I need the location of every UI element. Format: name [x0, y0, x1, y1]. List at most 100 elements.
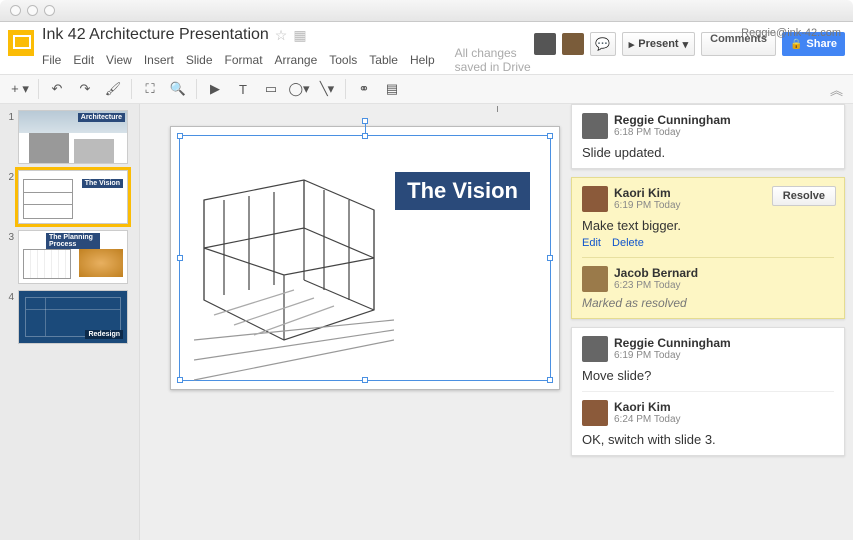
comment-body: Move slide? — [582, 368, 834, 383]
avatar — [582, 113, 608, 139]
main-area: 1 Architecture 2 The Vision 3 The Planni… — [0, 104, 853, 540]
resize-handle-t[interactable] — [362, 133, 368, 139]
filmstrip: 1 Architecture 2 The Vision 3 The Planni… — [0, 104, 140, 540]
comment-time: 6:19 PM Today — [614, 200, 681, 211]
resolve-button[interactable]: Resolve — [772, 186, 836, 206]
thumb-label: The Vision — [82, 179, 123, 188]
present-label: Present — [638, 38, 678, 50]
delete-link[interactable]: Delete — [612, 237, 644, 249]
collaborator-avatar-2[interactable] — [562, 33, 584, 55]
star-icon[interactable]: ☆ — [275, 27, 288, 44]
thumb-number: 3 — [4, 230, 18, 243]
textbox-button[interactable]: T — [231, 78, 255, 100]
menu-insert[interactable]: Insert — [144, 53, 174, 67]
window-titlebar — [0, 0, 853, 22]
chat-button[interactable]: 💬 — [590, 32, 616, 56]
toolbar-separator — [345, 79, 346, 99]
zoom-fit-button[interactable]: ⛶ — [138, 78, 162, 100]
thumb-number: 4 — [4, 290, 18, 303]
collaborator-avatar-1[interactable] — [534, 33, 556, 55]
comment-button[interactable]: ▤ — [380, 78, 404, 100]
comment-actions: Edit Delete — [582, 237, 834, 249]
resize-handle-tl[interactable] — [177, 133, 183, 139]
menu-slide[interactable]: Slide — [186, 53, 213, 67]
menu-arrange[interactable]: Arrange — [275, 53, 318, 67]
comment-time: 6:23 PM Today — [614, 280, 698, 291]
ruler-mark — [497, 106, 498, 112]
header: Ink 42 Architecture Presentation ☆ ▦ Fil… — [0, 22, 853, 74]
resize-handle-br[interactable] — [547, 377, 553, 383]
shape-button[interactable]: ◯▾ — [287, 78, 311, 100]
vision-title-box[interactable]: The Vision — [395, 172, 530, 210]
resolved-status: Marked as resolved — [582, 296, 834, 310]
comment-author: Kaori Kim — [614, 400, 681, 414]
traffic-light-zoom[interactable] — [44, 5, 55, 16]
canvas-area[interactable]: The Vision Reggie Cunningham 6:18 PM Tod… — [140, 104, 853, 540]
avatar — [582, 336, 608, 362]
menu-table[interactable]: Table — [369, 53, 398, 67]
slides-app-icon[interactable] — [8, 30, 34, 56]
save-status: All changes saved in Drive — [455, 46, 534, 74]
comment-author: Reggie Cunningham — [614, 336, 731, 350]
toolbar-separator — [131, 79, 132, 99]
link-button[interactable]: ⚭ — [352, 78, 376, 100]
comment-time: 6:19 PM Today — [614, 350, 731, 361]
comment-time: 6:18 PM Today — [614, 127, 731, 138]
menu-bar: File Edit View Insert Slide Format Arran… — [42, 46, 534, 74]
comment-card-2[interactable]: Resolve Kaori Kim 6:19 PM Today Make tex… — [571, 177, 845, 319]
comment-body: OK, switch with slide 3. — [582, 432, 834, 447]
traffic-light-minimize[interactable] — [27, 5, 38, 16]
toolbar-separator — [38, 79, 39, 99]
comment-body: Slide updated. — [582, 145, 834, 160]
toolbar: + ▾ ↶ ↷ 🖌 ⛶ 🔍 ▶ T ▭ ◯▾ ╲▾ ⚭ ▤ ︽ — [0, 74, 853, 104]
document-title[interactable]: Ink 42 Architecture Presentation — [42, 26, 269, 44]
comment-time: 6:24 PM Today — [614, 414, 681, 425]
thumb-label: Redesign — [85, 330, 123, 339]
rotation-handle[interactable] — [362, 118, 368, 124]
menu-view[interactable]: View — [106, 53, 132, 67]
present-button[interactable]: ▸ Present ▾ — [622, 32, 695, 56]
slide-canvas[interactable]: The Vision — [170, 126, 560, 390]
new-slide-button[interactable]: + ▾ — [8, 78, 32, 100]
resize-handle-tr[interactable] — [547, 133, 553, 139]
share-label: Share — [806, 38, 837, 50]
image-button[interactable]: ▭ — [259, 78, 283, 100]
paint-format-button[interactable]: 🖌 — [101, 78, 125, 100]
menu-tools[interactable]: Tools — [329, 53, 357, 67]
menu-edit[interactable]: Edit — [73, 53, 94, 67]
menu-format[interactable]: Format — [225, 53, 263, 67]
comment-author: Reggie Cunningham — [614, 113, 731, 127]
redo-button[interactable]: ↷ — [73, 78, 97, 100]
menu-file[interactable]: File — [42, 53, 61, 67]
edit-link[interactable]: Edit — [582, 237, 601, 249]
resize-handle-l[interactable] — [177, 255, 183, 261]
slide-thumbnail-4[interactable]: Redesign — [18, 290, 128, 344]
slide-thumbnail-1[interactable]: Architecture — [18, 110, 128, 164]
selection-frame[interactable]: The Vision — [179, 135, 551, 381]
undo-button[interactable]: ↶ — [45, 78, 69, 100]
avatar — [582, 266, 608, 292]
user-email[interactable]: Reggie@ink-42.com — [741, 27, 841, 39]
resize-handle-r[interactable] — [547, 255, 553, 261]
comment-body: Make text bigger. — [582, 218, 834, 233]
thumb-label: Architecture — [78, 113, 125, 122]
building-sketch-image — [194, 160, 394, 386]
folder-icon[interactable]: ▦ — [293, 27, 306, 44]
thumb-label: The Planning Process — [46, 233, 100, 249]
comment-card-1[interactable]: Reggie Cunningham 6:18 PM Today Slide up… — [571, 104, 845, 169]
line-button[interactable]: ╲▾ — [315, 78, 339, 100]
resize-handle-bl[interactable] — [177, 377, 183, 383]
comment-author: Kaori Kim — [614, 186, 681, 200]
zoom-button[interactable]: 🔍 — [166, 78, 190, 100]
slide-thumbnail-2[interactable]: The Vision — [18, 170, 128, 224]
toolbar-separator — [196, 79, 197, 99]
avatar — [582, 400, 608, 426]
comment-card-3[interactable]: Reggie Cunningham 6:19 PM Today Move sli… — [571, 327, 845, 456]
menu-help[interactable]: Help — [410, 53, 435, 67]
collapse-toolbar-icon[interactable]: ︽ — [830, 80, 843, 99]
traffic-light-close[interactable] — [10, 5, 21, 16]
avatar — [582, 186, 608, 212]
thumb-number: 1 — [4, 110, 18, 123]
select-tool-button[interactable]: ▶ — [203, 78, 227, 100]
slide-thumbnail-3[interactable]: The Planning Process — [18, 230, 128, 284]
